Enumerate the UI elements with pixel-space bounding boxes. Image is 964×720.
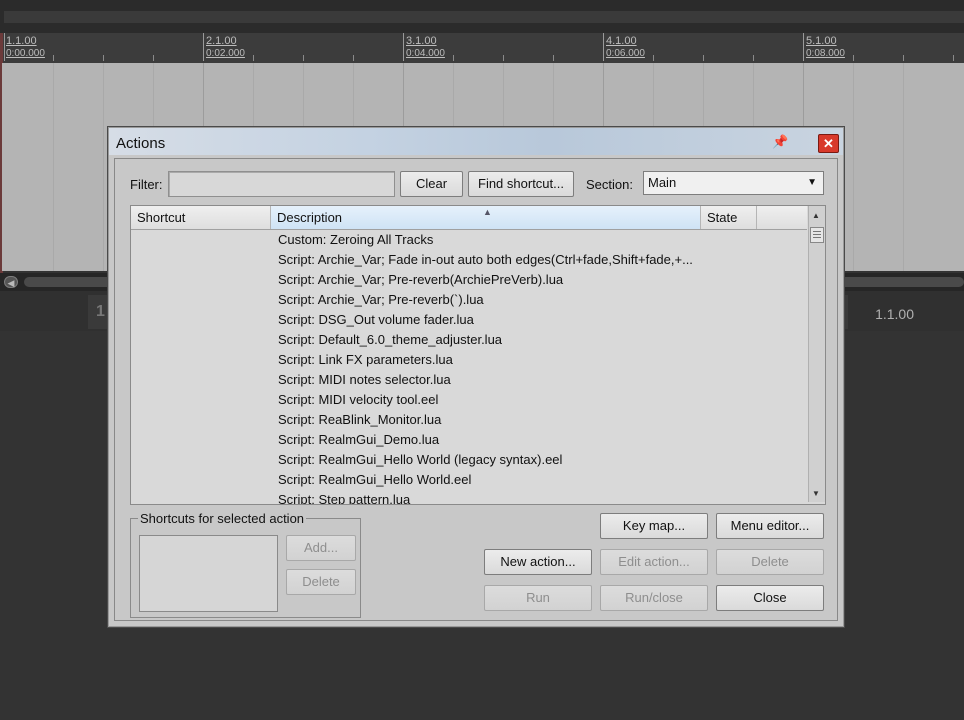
column-header-shortcut[interactable]: Shortcut — [131, 206, 271, 229]
add-shortcut-button[interactable]: Add... — [286, 535, 356, 561]
ruler-minor-tick — [503, 55, 504, 61]
chevron-down-icon: ▼ — [807, 177, 817, 188]
list-item[interactable]: Script: Archie_Var; Pre-reverb(`).lua — [278, 290, 708, 310]
ruler-minor-tick — [453, 55, 454, 61]
ruler-time: 0:08.000 — [806, 48, 845, 59]
filter-input[interactable] — [168, 171, 395, 197]
list-header: Shortcut Description ▲ State — [131, 206, 807, 230]
close-icon[interactable]: ✕ — [818, 134, 839, 153]
ruler-minor-tick — [353, 55, 354, 61]
ruler-minor-tick — [103, 55, 104, 61]
ruler-minor-tick — [553, 55, 554, 61]
ruler-time: 0:00.000 — [6, 48, 45, 59]
list-item[interactable]: Script: RealmGui_Hello World (legacy syn… — [278, 450, 708, 470]
ruler-measure: 2.1.00 — [206, 35, 237, 47]
list-item[interactable]: Script: Default_6.0_theme_adjuster.lua — [278, 330, 708, 350]
transport-icon: 1 — [96, 303, 105, 320]
shortcuts-listbox[interactable] — [139, 535, 278, 612]
list-item[interactable]: Script: Step pattern.lua — [278, 490, 708, 504]
ruler-minor-tick — [253, 55, 254, 61]
section-value: Main — [648, 175, 677, 190]
list-item[interactable]: Script: DSG_Out volume fader.lua — [278, 310, 708, 330]
list-item[interactable]: Script: Archie_Var; Fade in-out auto bot… — [278, 250, 708, 270]
find-shortcut-button[interactable]: Find shortcut... — [468, 171, 574, 197]
daw-top-toolbar — [0, 0, 964, 33]
list-item[interactable]: Script: MIDI velocity tool.eel — [278, 390, 708, 410]
menu-editor-button[interactable]: Menu editor... — [716, 513, 824, 539]
list-item[interactable]: Script: Archie_Var; Pre-reverb(ArchiePre… — [278, 270, 708, 290]
column-header-empty — [757, 206, 807, 229]
scroll-down-icon[interactable]: ▼ — [812, 489, 820, 498]
ruler-tick — [403, 33, 404, 61]
ruler-bar-1: 1.1.00 0:00.000 — [6, 35, 45, 59]
actions-dialog: Actions 📌 ✕ Filter: Clear Find shortcut.… — [107, 126, 845, 628]
key-map-button[interactable]: Key map... — [600, 513, 708, 539]
column-header-state[interactable]: State — [701, 206, 757, 229]
ruler-minor-tick — [153, 55, 154, 61]
run-close-button[interactable]: Run/close — [600, 585, 708, 611]
ruler-time: 0:06.000 — [606, 48, 645, 59]
list-vertical-scrollbar[interactable]: ▲ ▼ — [808, 206, 825, 502]
run-button[interactable]: Run — [484, 585, 592, 611]
ruler-tick — [203, 33, 204, 61]
grid-line — [53, 63, 54, 271]
ruler-minor-tick — [703, 55, 704, 61]
grid-line — [103, 63, 104, 271]
dialog-title: Actions — [116, 135, 166, 152]
shortcuts-group-title: Shortcuts for selected action — [138, 511, 307, 526]
grid-line — [853, 63, 854, 271]
toolbar-strip — [4, 11, 964, 23]
dialog-titlebar[interactable]: Actions 📌 ✕ — [109, 128, 843, 155]
ruler-minor-tick — [53, 55, 54, 61]
ruler-bar-5: 5.1.00 0:08.000 — [806, 35, 845, 59]
dialog-content: Filter: Clear Find shortcut... Section: … — [114, 158, 838, 621]
ruler-measure: 4.1.00 — [606, 35, 637, 47]
pin-icon[interactable]: 📌 — [772, 134, 788, 150]
column-header-description-label: Description — [277, 210, 343, 225]
shortcuts-group: Shortcuts for selected action Add... Del… — [130, 511, 361, 618]
ruler-bar-4: 4.1.00 0:06.000 — [606, 35, 645, 59]
sort-ascending-icon: ▲ — [483, 207, 492, 217]
new-action-button[interactable]: New action... — [484, 549, 592, 575]
delete-shortcut-button[interactable]: Delete — [286, 569, 356, 595]
ruler-minor-tick — [653, 55, 654, 61]
scroll-left-icon[interactable]: ◀ — [4, 276, 18, 288]
ruler-measure: 1.1.00 — [6, 35, 37, 47]
ruler-minor-tick — [753, 55, 754, 61]
column-header-description[interactable]: Description ▲ — [271, 206, 701, 229]
grid-line — [903, 63, 904, 271]
ruler-minor-tick — [903, 55, 904, 61]
actions-list[interactable]: Shortcut Description ▲ State Custom: Zer… — [130, 205, 826, 505]
ruler-bar-3: 3.1.00 0:04.000 — [406, 35, 445, 59]
list-item[interactable]: Script: ReaBlink_Monitor.lua — [278, 410, 708, 430]
ruler-minor-tick — [853, 55, 854, 61]
ruler-minor-tick — [953, 55, 954, 61]
list-item[interactable]: Script: RealmGui_Demo.lua — [278, 430, 708, 450]
ruler-time: 0:02.000 — [206, 48, 245, 59]
transport-position: 1.1.00 — [875, 306, 914, 322]
ruler-tick — [803, 33, 804, 61]
ruler-measure: 3.1.00 — [406, 35, 437, 47]
list-item[interactable]: Script: MIDI notes selector.lua — [278, 370, 708, 390]
scroll-thumb[interactable] — [810, 227, 824, 243]
ruler-time: 0:04.000 — [406, 48, 445, 59]
list-item[interactable]: Custom: Zeroing All Tracks — [278, 230, 708, 250]
list-item[interactable]: Script: RealmGui_Hello World.eel — [278, 470, 708, 490]
close-button[interactable]: Close — [716, 585, 824, 611]
timeline-ruler[interactable]: 1.1.00 0:00.000 2.1.00 0:02.000 3.1.00 0… — [0, 33, 964, 63]
delete-action-button[interactable]: Delete — [716, 549, 824, 575]
ruler-tick — [4, 33, 5, 61]
ruler-minor-tick — [303, 55, 304, 61]
clear-button[interactable]: Clear — [400, 171, 463, 197]
list-item[interactable]: Script: Link FX parameters.lua — [278, 350, 708, 370]
ruler-bar-2: 2.1.00 0:02.000 — [206, 35, 245, 59]
edit-action-button[interactable]: Edit action... — [600, 549, 708, 575]
ruler-tick — [603, 33, 604, 61]
section-label: Section: — [586, 177, 633, 192]
section-select[interactable]: Main ▼ — [643, 171, 824, 195]
filter-label: Filter: — [130, 177, 163, 192]
ruler-measure: 5.1.00 — [806, 35, 837, 47]
scroll-up-icon[interactable]: ▲ — [812, 211, 820, 220]
